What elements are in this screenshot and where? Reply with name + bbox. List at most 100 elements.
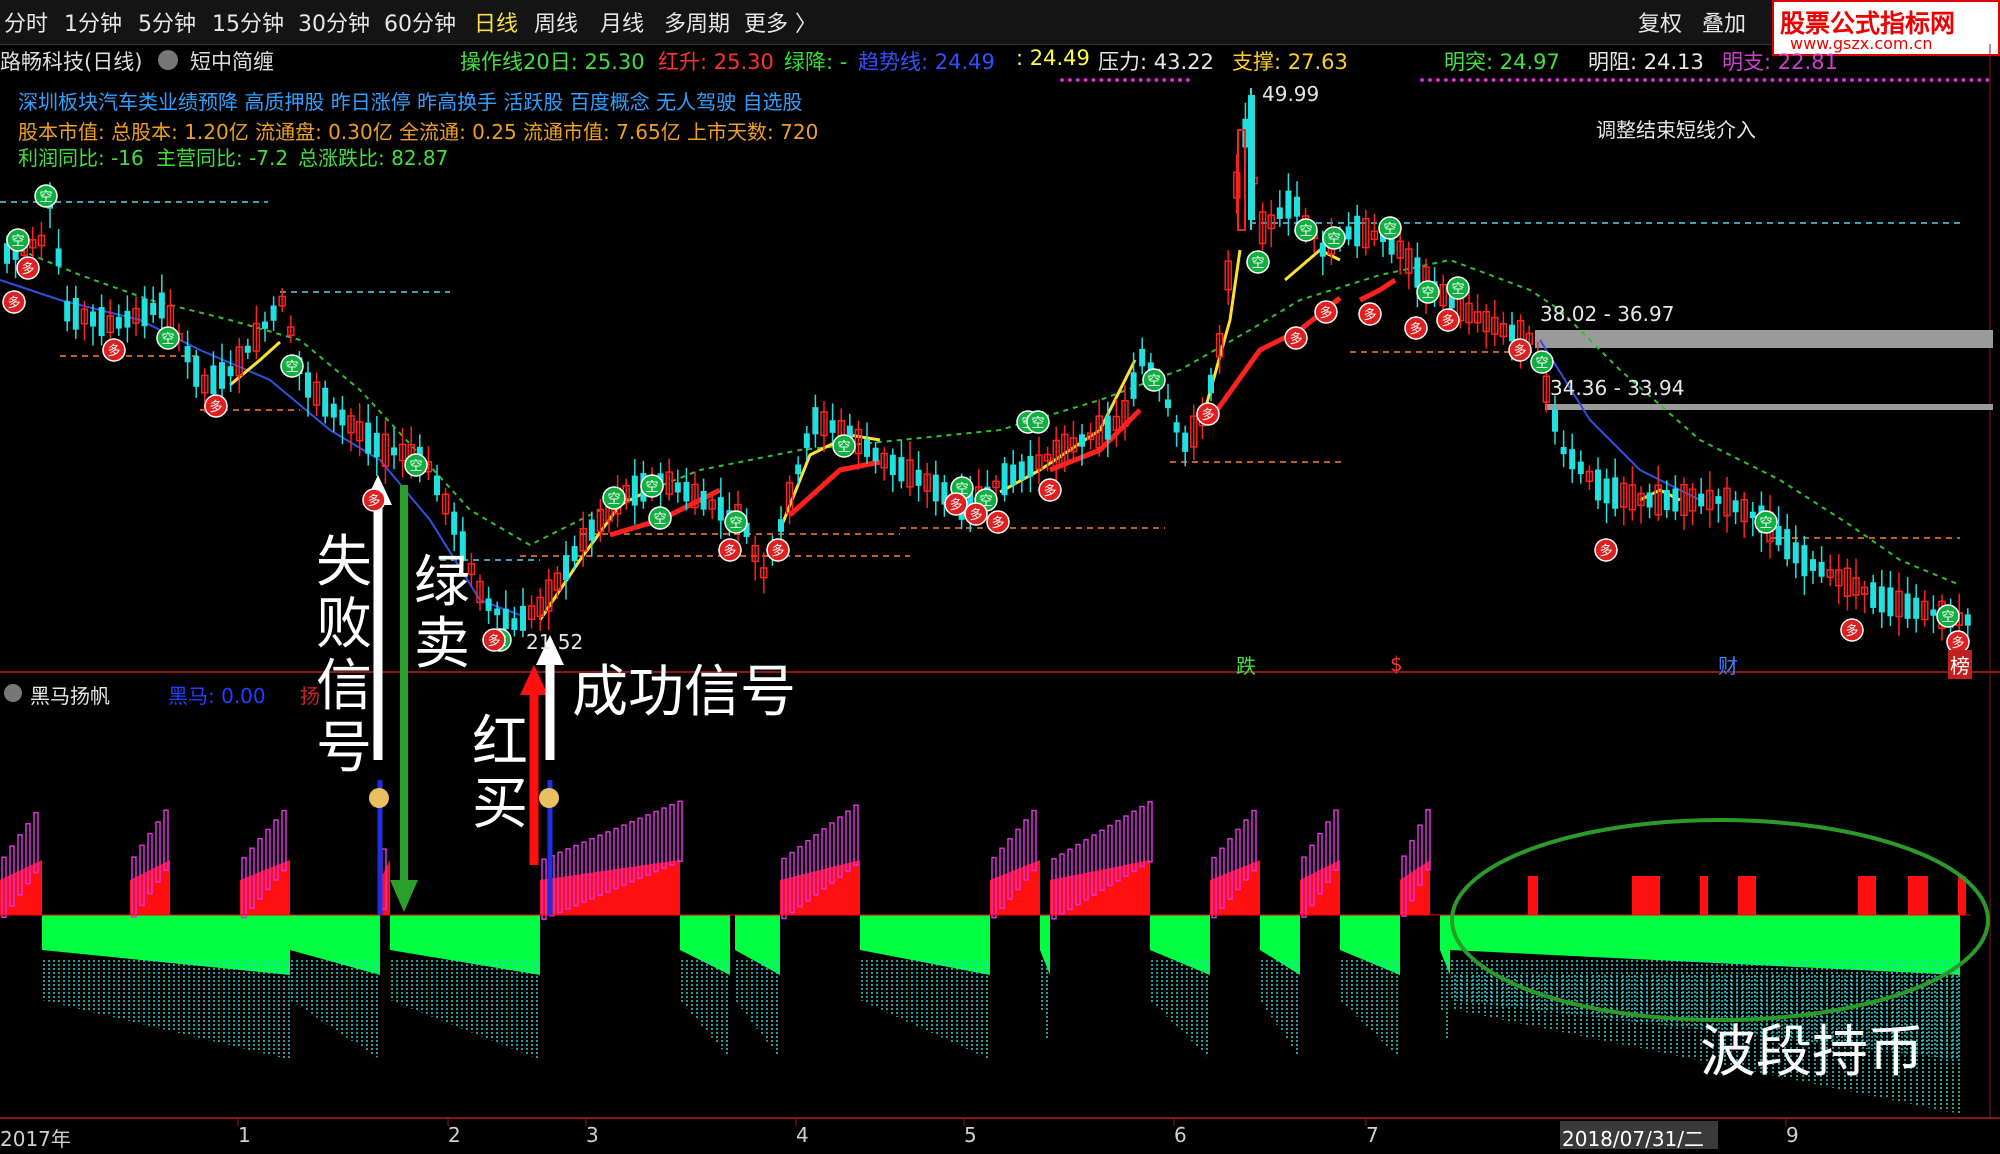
candle xyxy=(1165,383,1171,417)
histogram-bar-red xyxy=(1528,876,1538,915)
candle xyxy=(1577,450,1584,484)
kong-signal-icon: 空 xyxy=(1246,250,1270,274)
duo-signal-icon: 多 xyxy=(16,256,40,280)
candle xyxy=(476,574,484,611)
kong-signal-label: 空 xyxy=(1941,610,1954,625)
trend2-value: : 24.49 xyxy=(1016,46,1090,70)
kong-signal-icon: 空 xyxy=(1378,216,1402,240)
candle xyxy=(1921,590,1929,627)
candle xyxy=(150,286,157,323)
candle xyxy=(98,294,105,346)
duo-signal-label: 多 xyxy=(1599,543,1612,559)
updown-line: 总涨跌比: 82.87 xyxy=(298,146,449,170)
kong-signal-label: 空 xyxy=(409,459,422,474)
candle xyxy=(1843,558,1852,611)
kong-signal-label: 空 xyxy=(1147,374,1160,389)
candle xyxy=(1646,483,1653,519)
x-axis-label: 9 xyxy=(1786,1123,1799,1147)
strategy-note: 调整结束短线介入 xyxy=(1596,118,1756,142)
candle xyxy=(527,595,536,629)
kong-signal-label: 空 xyxy=(1251,256,1264,271)
hold-annotation: 波段持币 xyxy=(1700,1020,1924,1085)
histogram-bar-green xyxy=(290,915,380,1058)
candle xyxy=(1294,181,1300,224)
kong-signal-icon: 空 xyxy=(602,486,626,510)
kong-signal-label: 空 xyxy=(645,480,658,495)
histogram-bar-red xyxy=(540,800,683,920)
candle xyxy=(923,462,931,509)
chevron-down-icon[interactable] xyxy=(158,50,178,70)
duo-signal-label: 多 xyxy=(1201,407,1214,423)
candle xyxy=(365,404,372,466)
kong-signal-icon: 空 xyxy=(1322,226,1346,250)
candle xyxy=(553,566,562,599)
candle xyxy=(1112,399,1121,447)
candle xyxy=(889,448,896,493)
kong-signal-label: 空 xyxy=(1299,224,1312,239)
lv-jiang-value: 绿降: - xyxy=(784,50,848,74)
candle xyxy=(1121,385,1129,441)
lower-indicator-name[interactable]: 黑马扬帆 xyxy=(30,680,110,709)
candle xyxy=(1870,574,1877,615)
profit-line: 利润同比: -16 xyxy=(18,146,144,170)
candle xyxy=(898,440,905,489)
candle xyxy=(451,502,458,552)
chevron-down-icon[interactable] xyxy=(4,684,22,702)
candle xyxy=(252,305,261,360)
candle xyxy=(373,415,380,476)
x-axis-label: 5 xyxy=(964,1123,977,1147)
zone2-label: 34.36 - 33.94 xyxy=(1550,376,1685,400)
kline-chart: 空空空空空空空空空空空空空空空空空空空空空空空空空多多多多多多多多多多多多多多多… xyxy=(0,44,2000,1149)
kong-signal-icon: 空 xyxy=(724,510,748,534)
kong-signal-icon: 空 xyxy=(1446,276,1470,300)
duo-signal-label: 多 xyxy=(1409,321,1422,337)
high-price-label: 49.99 xyxy=(1262,82,1320,106)
candle xyxy=(1603,468,1610,524)
kong-signal-label: 空 xyxy=(285,360,298,375)
duo-signal-label: 多 xyxy=(969,507,982,523)
candle xyxy=(1740,491,1748,539)
duo-signal-label: 多 xyxy=(1363,307,1376,323)
histogram-bar-green xyxy=(1260,915,1300,1055)
candle xyxy=(854,420,863,470)
duo-signal-icon: 多 xyxy=(718,538,742,562)
candle xyxy=(441,487,450,526)
duo-signal-icon: 多 xyxy=(1436,308,1460,332)
candle xyxy=(193,349,200,398)
ming-zu-value: 明阻: 24.13 xyxy=(1588,50,1704,74)
candle xyxy=(812,394,819,448)
kong-signal-icon: 空 xyxy=(156,326,180,350)
candle xyxy=(1182,425,1189,467)
candle xyxy=(700,478,707,516)
kong-signal-icon: 空 xyxy=(6,228,30,252)
candle xyxy=(829,403,836,443)
duo-signal-icon: 多 xyxy=(1196,402,1220,426)
kong-signal-label: 空 xyxy=(1759,516,1772,531)
duo-signal-label: 多 xyxy=(1845,623,1858,639)
candle xyxy=(1904,577,1911,628)
low-price-label: 21.52 xyxy=(526,630,584,654)
fail-signal-annotation: 失败信号 xyxy=(316,530,372,781)
x-axis-label: 6 xyxy=(1174,1123,1187,1147)
kong-signal-label: 空 xyxy=(11,234,24,249)
histogram-bar-red xyxy=(240,809,290,919)
candle xyxy=(674,469,681,503)
bang-marker: 榜 xyxy=(1948,650,1972,679)
duo-signal-label: 多 xyxy=(991,515,1004,531)
kong-signal-label: 空 xyxy=(729,516,742,531)
duo-signal-icon: 多 xyxy=(2,290,26,314)
candle xyxy=(760,552,768,594)
candle xyxy=(1439,274,1447,314)
x-axis-label: 7 xyxy=(1366,1123,1379,1147)
candle xyxy=(717,477,724,539)
candle xyxy=(1723,476,1731,533)
candle xyxy=(751,535,759,581)
candle xyxy=(1482,304,1490,349)
kong-signal-label: 空 xyxy=(1327,232,1340,247)
histogram-bar-red xyxy=(1908,876,1928,915)
trend-value: 趋势线: 24.49 xyxy=(858,50,995,74)
candle xyxy=(1860,580,1869,614)
candle xyxy=(1715,488,1722,523)
indicator-name[interactable]: 短中简缠 xyxy=(190,46,274,76)
histogram-bar-red xyxy=(1050,801,1153,920)
